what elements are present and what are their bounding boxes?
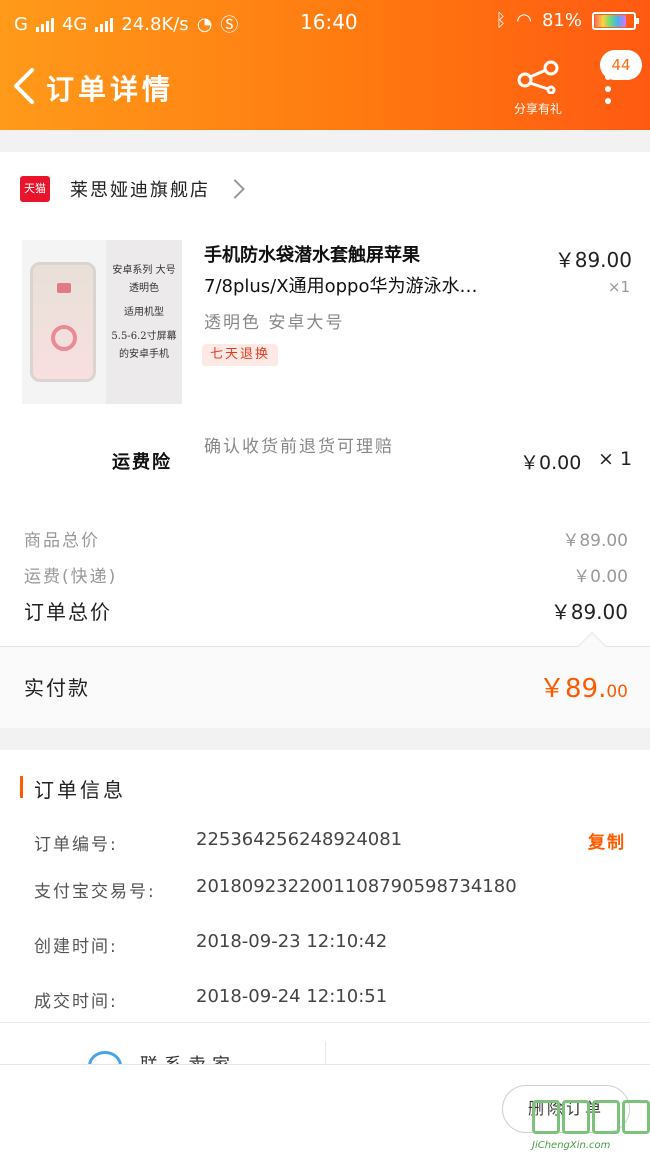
product-price: ￥89.00 — [554, 248, 632, 272]
alipay-trade-label: 支付宝交易号: — [34, 882, 156, 902]
carrier-label: G — [14, 13, 28, 35]
deal-time-label: 成交时间: — [34, 992, 118, 1012]
share-icon — [517, 60, 559, 95]
product-quantity: ×1 — [607, 278, 630, 296]
order-number-value: 225364256248924081 — [196, 829, 403, 850]
paid-label: 实付款 — [24, 676, 90, 700]
site-watermark: JiChengXin.com — [532, 1100, 650, 1155]
store-link[interactable]: 天猫 莱思娅迪旗舰店 — [20, 176, 245, 202]
contact-bar: 联系卖家 — [0, 1022, 650, 1066]
signal-4g-icon — [95, 16, 114, 32]
shipping-insurance-qty: × 1 — [598, 448, 633, 470]
product-image[interactable]: 安卓系列 大号 透明色 适用机型 5.5-6.2寸屏幕 的安卓手机 — [22, 240, 182, 404]
shipping-insurance-desc: 确认收货前退货可理赔 — [204, 437, 394, 457]
phone-pouch-image — [30, 262, 96, 382]
shipping-insurance-price: ￥0.00 — [520, 452, 582, 474]
more-menu-icon[interactable] — [598, 74, 618, 106]
tmall-logo: 天猫 — [20, 176, 50, 202]
clock: 16:40 — [300, 10, 358, 34]
page-title: 订单详情 — [46, 73, 175, 106]
return-policy-tag: 七天退换 — [202, 344, 279, 366]
app-header: G 4G 24.8K/s ◔ Ⓢ 16:40 ᛒ ◠ 81% 订单详情 分享有礼… — [0, 0, 650, 130]
order-number-label: 订单编号: — [34, 835, 118, 855]
goods-total-row: 商品总价 ￥89.00 — [24, 531, 628, 551]
alipay-trade-value: 2018092322001108790598734180 — [196, 876, 517, 897]
deal-time-value: 2018-09-24 12:10:51 — [196, 986, 388, 1007]
order-item-card: 天猫 莱思娅迪旗舰店 安卓系列 大号 透明色 适用机型 5.5-6.2寸屏幕 的… — [0, 152, 650, 728]
bluetooth-icon: ᛒ — [495, 10, 507, 31]
chevron-right-icon — [225, 179, 245, 199]
created-time-label: 创建时间: — [34, 937, 118, 957]
net-speed: 24.8K/s — [121, 13, 189, 35]
share-button[interactable]: 分享有礼 — [508, 60, 568, 116]
order-info-title: 订单信息 — [34, 778, 126, 802]
battery-percent: 81% — [541, 10, 582, 31]
wifi-icon: ◠ — [516, 10, 532, 31]
sync-icon: ◔ — [196, 13, 213, 35]
order-total-row: 订单总价 ￥89.00 — [24, 600, 628, 624]
watermark-url: JiChengXin.com — [532, 1140, 611, 1151]
s-app-icon: Ⓢ — [220, 15, 239, 36]
signal-icon — [35, 16, 54, 32]
shipping-fee-row: 运费(快递) ￥0.00 — [24, 567, 628, 587]
created-time-value: 2018-09-23 12:10:42 — [196, 931, 388, 952]
product-title[interactable]: 手机防水袋潜水套触屏苹果 7/8plus/X通用oppo华为游泳水… — [204, 240, 538, 302]
order-info-section: 订单信息 订单编号: 225364256248924081 复制 支付宝交易号:… — [0, 750, 650, 1022]
product-image-text: 安卓系列 大号 透明色 适用机型 5.5-6.2寸屏幕 的安卓手机 — [106, 240, 182, 404]
shipping-insurance-name: 运费险 — [112, 452, 172, 473]
divider — [0, 646, 650, 647]
share-label: 分享有礼 — [513, 102, 562, 116]
back-arrow-icon[interactable] — [10, 66, 40, 106]
battery-icon — [592, 11, 639, 30]
section-accent-bar — [20, 776, 23, 798]
network-label: 4G — [61, 13, 88, 35]
divider — [325, 1041, 326, 1066]
copy-button[interactable]: 复制 — [588, 828, 626, 853]
paid-amount: ￥89.00 — [539, 674, 628, 704]
status-bar: G 4G 24.8K/s ◔ Ⓢ 16:40 ᛒ ◠ 81% — [0, 0, 650, 44]
watermark-logo — [532, 1100, 650, 1134]
store-name: 莱思娅迪旗舰店 — [70, 180, 210, 201]
product-spec: 透明色 安卓大号 — [204, 313, 345, 333]
